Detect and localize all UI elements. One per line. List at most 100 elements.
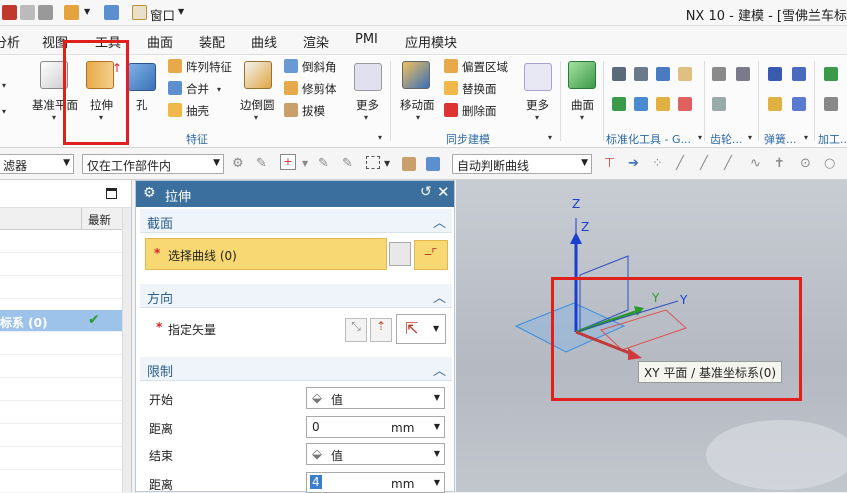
- undo-icon[interactable]: [20, 5, 35, 20]
- chevron-down-icon[interactable]: ▾: [580, 113, 584, 122]
- menu-surface[interactable]: 曲面: [147, 32, 173, 51]
- tool-icon[interactable]: [634, 67, 648, 81]
- edge-blend-icon[interactable]: [244, 61, 272, 89]
- menu-pmi[interactable]: PMI: [355, 32, 378, 47]
- part-icon[interactable]: [402, 157, 416, 171]
- copy-icon[interactable]: [38, 5, 53, 20]
- menu-analysis[interactable]: 分析: [0, 32, 20, 51]
- circle-center-icon[interactable]: ⊙: [800, 156, 811, 171]
- end-option-select[interactable]: ⬙ 值 ▼: [306, 443, 445, 465]
- chevron-up-icon[interactable]: ︿: [433, 360, 446, 379]
- chevron-down-icon[interactable]: ▾: [804, 133, 808, 142]
- more-sync-icon[interactable]: [524, 63, 552, 91]
- tool-icon[interactable]: [612, 97, 626, 111]
- navigator-scrollbar[interactable]: [122, 208, 131, 492]
- surface-icon[interactable]: [568, 61, 596, 89]
- chevron-down-icon[interactable]: ▾: [254, 113, 258, 122]
- chevron-down-icon[interactable]: ▾: [2, 81, 6, 90]
- replace-face-label[interactable]: 替换面: [462, 81, 497, 97]
- offset-region-icon[interactable]: [444, 59, 458, 73]
- gear-tool-icon[interactable]: [712, 97, 726, 111]
- dialog-header[interactable]: ⚙ 拉伸 ↺ ✕: [136, 181, 454, 207]
- snap-point-icon[interactable]: ✎: [318, 156, 329, 171]
- column-latest[interactable]: 最新: [88, 212, 111, 228]
- chevron-up-icon[interactable]: ︿: [433, 287, 446, 306]
- pattern-feature-label[interactable]: 阵列特征: [186, 59, 232, 75]
- body-icon[interactable]: [426, 157, 440, 171]
- tree-row[interactable]: [0, 401, 122, 424]
- window-menu[interactable]: 窗口: [150, 5, 175, 24]
- menu-assembly[interactable]: 装配: [199, 32, 225, 51]
- chevron-down-icon[interactable]: ▾: [548, 133, 552, 142]
- tree-row[interactable]: [0, 230, 122, 253]
- menu-application[interactable]: 应用模块: [405, 32, 457, 51]
- tool-icon[interactable]: [678, 97, 692, 111]
- pen-icon[interactable]: [104, 5, 119, 20]
- limits-header[interactable]: 限制 ︿: [140, 357, 452, 381]
- replace-face-icon[interactable]: [444, 81, 458, 95]
- snap-point-icon[interactable]: ⁘: [652, 156, 663, 171]
- scope-select[interactable]: 仅在工作部件内 ▼: [82, 154, 224, 174]
- chevron-down-icon[interactable]: ▼: [302, 159, 308, 168]
- chevron-down-icon[interactable]: ▾: [2, 107, 6, 116]
- more-sync-label[interactable]: 更多: [526, 97, 549, 113]
- machining-tool-icon[interactable]: [824, 67, 838, 81]
- gear-icon[interactable]: ⚙: [143, 185, 156, 201]
- move-face-label[interactable]: 移动面: [400, 97, 435, 113]
- move-face-icon[interactable]: [402, 61, 430, 89]
- snap-point-icon[interactable]: ⚙: [232, 156, 244, 171]
- chevron-down-icon[interactable]: ▾: [52, 113, 56, 122]
- chevron-up-icon[interactable]: ︿: [433, 212, 446, 231]
- unite-label[interactable]: 合并: [186, 81, 209, 97]
- maximize-icon[interactable]: [106, 188, 117, 199]
- delete-face-icon[interactable]: [444, 103, 458, 117]
- edge-blend-label[interactable]: 边倒圆: [240, 97, 275, 113]
- section-header[interactable]: 截面 ︿: [140, 209, 452, 233]
- pattern-feature-icon[interactable]: [168, 59, 182, 73]
- reset-icon[interactable]: ↺: [420, 184, 432, 200]
- tool-icon[interactable]: [656, 97, 670, 111]
- sketch-section-icon[interactable]: [389, 242, 411, 266]
- direction-header[interactable]: 方向 ︿: [140, 284, 452, 308]
- gear-tool-icon[interactable]: [712, 67, 726, 81]
- spline-icon[interactable]: ∿: [750, 156, 761, 171]
- type-filter-select[interactable]: 滤器 ▼: [0, 154, 74, 174]
- tree-row[interactable]: [0, 378, 122, 401]
- chevron-down-icon[interactable]: ▾: [416, 113, 420, 122]
- spring-tool-icon[interactable]: [768, 67, 782, 81]
- trim-body-label[interactable]: 修剪体: [302, 81, 337, 97]
- offset-region-label[interactable]: 偏置区域: [462, 59, 508, 75]
- reverse-direction-icon[interactable]: ⤡: [345, 318, 367, 342]
- line-icon[interactable]: ╱: [676, 156, 684, 171]
- tool-icon[interactable]: [656, 67, 670, 81]
- snap-point-icon[interactable]: ✎: [256, 156, 267, 171]
- menu-curve[interactable]: 曲线: [251, 32, 277, 51]
- chevron-down-icon[interactable]: ▾: [217, 85, 221, 94]
- hole-icon[interactable]: [128, 63, 156, 91]
- snap-point-icon[interactable]: ✎: [342, 156, 353, 171]
- intersection-icon[interactable]: ✝: [774, 156, 785, 171]
- draft-label[interactable]: 拔模: [302, 103, 325, 119]
- vector-dialog-icon[interactable]: ⇡: [370, 318, 392, 342]
- machining-tool-icon[interactable]: [824, 97, 838, 111]
- spring-tool-icon[interactable]: [792, 97, 806, 111]
- tool-icon[interactable]: [678, 67, 692, 81]
- curve-select-icon[interactable]: ⎯⌜: [414, 240, 448, 270]
- chevron-down-icon[interactable]: ▾: [748, 133, 752, 142]
- hole-label[interactable]: 孔: [136, 97, 148, 113]
- tree-row[interactable]: [0, 276, 122, 299]
- circle-icon[interactable]: ○: [824, 156, 835, 171]
- curve-rule-select[interactable]: 自动判断曲线 ▼: [452, 154, 592, 174]
- tool-icon[interactable]: [612, 67, 626, 81]
- spring-tool-icon[interactable]: [768, 97, 782, 111]
- chevron-down-icon[interactable]: ▼: [384, 159, 390, 168]
- more-features-label[interactable]: 更多: [356, 97, 379, 113]
- save-icon[interactable]: [2, 5, 17, 20]
- command-finder-icon[interactable]: [64, 5, 79, 20]
- tree-row[interactable]: [0, 253, 122, 276]
- tree-row[interactable]: [0, 355, 122, 378]
- chevron-down-icon[interactable]: ▾: [364, 113, 368, 122]
- more-features-icon[interactable]: [354, 63, 382, 91]
- select-curve-row[interactable]: * 选择曲线 (0): [145, 238, 387, 270]
- tree-row[interactable]: [0, 332, 122, 355]
